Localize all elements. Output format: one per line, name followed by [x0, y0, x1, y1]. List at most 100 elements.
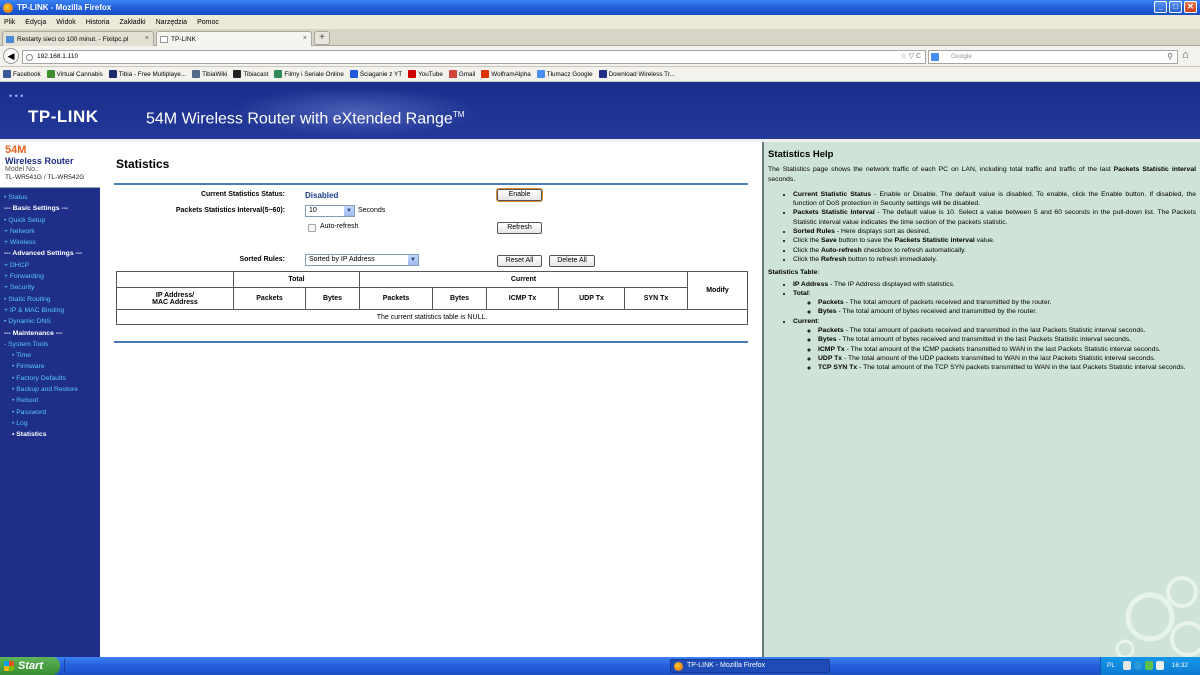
menu-narzedzia[interactable]: Narzędzia [156, 19, 188, 26]
bookmark-item[interactable]: Filmy i Seriale Online [274, 70, 344, 78]
table-empty-message: The current statistics table is NULL. [116, 309, 748, 325]
help-subitem: Packets - The total amount of packets re… [818, 298, 1196, 307]
sidebar-item[interactable]: • Password [0, 407, 100, 418]
help-item: Click the Save button to save the Packet… [793, 236, 1196, 245]
sidebar-item[interactable]: • Reboot [0, 395, 100, 406]
menu-pomoc[interactable]: Pomoc [197, 19, 219, 26]
tab-close-icon[interactable]: × [303, 35, 307, 42]
bookmark-favicon-icon [108, 70, 117, 78]
bookmark-item[interactable]: WolframAlpha [481, 70, 531, 78]
tab-favicon-icon [160, 35, 168, 43]
bookmark-favicon-icon [349, 70, 358, 78]
bookmark-item[interactable]: Facebook [3, 70, 41, 78]
autorefresh-checkbox[interactable] [308, 224, 316, 232]
signal-icon[interactable] [1145, 661, 1153, 670]
maximize-button[interactable]: □ [1169, 1, 1182, 13]
back-button[interactable]: ◀ [3, 48, 19, 64]
table-header-ip-mac: IP Address/ MAC Address [116, 287, 234, 310]
delete-all-button[interactable]: Delete All [549, 255, 595, 267]
menu-historia[interactable]: Historia [86, 19, 110, 26]
sidebar-item[interactable]: • Static Routing [0, 294, 100, 305]
sidebar-item[interactable]: + DHCP [0, 260, 100, 271]
bookmark-item[interactable]: Download Wireless Tr... [598, 70, 675, 78]
tab-tplink[interactable]: TP-LINK × [156, 31, 312, 46]
bookmarks-toolbar: Facebook Virtual Cannabis Tibia - Free Mul… [0, 67, 1200, 82]
bookmark-label: TibiaWiki [202, 70, 228, 78]
help-item: Current: Packets - The total amount of p… [793, 317, 1196, 373]
bookmark-label: Facebook [13, 70, 41, 78]
sidebar-item[interactable]: • Time [0, 350, 100, 361]
volume-icon[interactable] [1156, 661, 1164, 670]
taskbar-firefox-task[interactable]: TP-LINK - Mozilla Firefox [670, 659, 830, 673]
bookmark-item[interactable]: YouTube [408, 70, 443, 78]
sidebar-item[interactable]: + Network [0, 226, 100, 237]
search-icon[interactable]: ⚲ [1167, 51, 1173, 63]
interval-select[interactable]: 10 ▼ [305, 205, 355, 217]
tab-bar: Restarty sieci co 100 minut. - Fixitpc.p… [0, 29, 1200, 46]
url-controls[interactable]: ☆ ▽ C [900, 51, 921, 63]
help-subitem: Bytes - The total amount of bytes receiv… [818, 335, 1196, 344]
sidebar-item[interactable]: - System Tools [0, 339, 100, 350]
network-icon[interactable] [1134, 661, 1142, 670]
minimize-button[interactable]: _ [1154, 1, 1167, 13]
sidebar-item[interactable]: • Quick Setup [0, 215, 100, 226]
sidebar-item[interactable]: • Backup and Restore [0, 384, 100, 395]
router-sidebar: 54M Wireless Router Model No.: TL-WR541G… [0, 142, 100, 657]
sidebar-item[interactable]: • Factory Defaults [0, 373, 100, 384]
bookmark-item[interactable]: Tibia - Free Multiplaye... [108, 70, 186, 78]
bookmark-item[interactable]: Tibiacast [233, 70, 268, 78]
table-header-icmp-tx: ICMP Tx [486, 287, 559, 310]
url-bar[interactable]: 192.168.1.110 ☆ ▽ C [22, 50, 926, 64]
start-button[interactable]: Start [0, 657, 60, 675]
bookmark-item[interactable]: Gmail [448, 70, 476, 78]
help-item: Total: Packets - The total amount of pac… [793, 289, 1196, 317]
new-tab-button[interactable]: + [314, 31, 330, 45]
sidebar-item[interactable]: • Dynamic DNS [0, 316, 100, 327]
table-header-current-bytes: Bytes [432, 287, 487, 310]
help-panel: Statistics Help The Statistics page show… [762, 142, 1200, 657]
google-icon [931, 53, 939, 61]
menu-widok[interactable]: Widok [56, 19, 75, 26]
home-button[interactable]: ⌂ [1182, 49, 1189, 61]
model-no-label: Model No.: [5, 166, 39, 173]
menu-zakladki[interactable]: Zakładki [119, 19, 145, 26]
bookmark-item[interactable]: Ściaganie z YT [349, 70, 402, 78]
sidebar-item[interactable]: • Status [0, 192, 100, 203]
sidebar-item[interactable]: + IP & MAC Binding [0, 305, 100, 316]
url-text: 192.168.1.110 [37, 53, 79, 60]
bookmark-favicon-icon [274, 70, 283, 78]
bookmark-item[interactable]: TibiaWiki [192, 70, 227, 78]
sidebar-item[interactable]: • Statistics [0, 429, 100, 440]
reset-all-button[interactable]: Reset All [497, 255, 542, 267]
table-header-modify: Modify [687, 271, 748, 310]
router-header: • • • TP-LINK 54M Wireless Router with e… [0, 82, 1200, 139]
language-indicator[interactable]: PL [1107, 657, 1115, 675]
enable-button[interactable]: Enable [496, 188, 543, 202]
sidebar-item[interactable]: • Firmware [0, 361, 100, 372]
window-title: TP-LINK - Mozilla Firefox [17, 3, 112, 12]
close-button[interactable]: ✕ [1184, 1, 1197, 13]
tab-fixitpc[interactable]: Restarty sieci co 100 minut. - Fixitpc.p… [2, 31, 154, 46]
keyboard-icon[interactable] [1123, 661, 1131, 670]
bookmark-item[interactable]: Tłumacz Google [536, 70, 593, 78]
sidebar-menu: • Status --- Basic Settings --- • Quick Se… [0, 188, 100, 441]
sidebar-section-header: --- Maintenance --- [4, 329, 63, 337]
sorted-select[interactable]: Sorted by IP Address ▼ [305, 254, 419, 266]
refresh-button[interactable]: Refresh [497, 222, 542, 234]
bookmark-item[interactable]: Virtual Cannabis [46, 70, 103, 78]
bookmark-label: Tibiacast [243, 70, 269, 78]
menu-plik[interactable]: Plik [4, 19, 15, 26]
bookmark-label: Gmail [458, 70, 476, 78]
sidebar-item[interactable]: • Log [0, 418, 100, 429]
sidebar-item[interactable]: + Wireless [0, 237, 100, 248]
bookmark-favicon-icon [448, 70, 457, 78]
tplink-logo: TP-LINK [28, 107, 99, 126]
search-input[interactable]: Google ⚲ [928, 50, 1178, 64]
menu-edycja[interactable]: Edycja [25, 19, 46, 26]
tab-close-icon[interactable]: × [145, 35, 149, 42]
sidebar-item[interactable]: + Forwarding [0, 271, 100, 282]
sidebar-item[interactable]: + Security [0, 282, 100, 293]
product-title: 54M Wireless Router with eXtended RangeT… [146, 110, 465, 128]
quick-launch-divider [64, 659, 70, 673]
firefox-icon [3, 2, 13, 13]
